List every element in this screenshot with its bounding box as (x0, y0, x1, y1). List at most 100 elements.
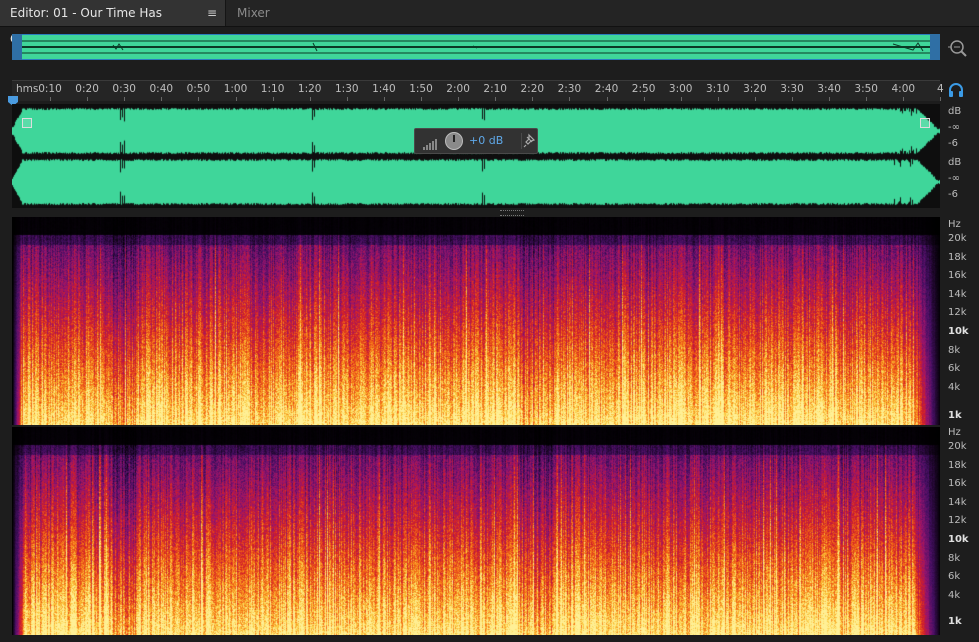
hz-scale-left: Hz 20k 18k 16k 14k 12k 10k 8k 6k 4k 1k (942, 219, 978, 427)
ruler-tick (866, 97, 868, 101)
ruler-tick (161, 97, 163, 101)
ruler-tick-label: 1:00 (223, 83, 248, 95)
ruler-tick (309, 97, 311, 101)
hz-tick: 20k (948, 441, 967, 452)
level-meter-icon (423, 135, 439, 150)
spectrogram-channel-left[interactable] (12, 217, 940, 425)
ruler-tick (346, 97, 348, 101)
db-tick: -∞ (948, 122, 960, 133)
hz-tick: 16k (948, 478, 967, 489)
ruler-tick (495, 97, 497, 101)
tab-bar: Editor: 01 - Our Time Has Come.mp3 ≡ Mix… (0, 0, 979, 46)
ruler-tick-label: 2:20 (520, 83, 545, 95)
hz-tick: 1k (948, 616, 962, 627)
hz-tick: 10k (948, 534, 969, 545)
ruler-tick-label: 0:10 (38, 83, 62, 95)
ruler-tick-label: 1:10 (260, 83, 285, 95)
view-split-handle[interactable] (500, 210, 524, 216)
ruler-tick-label: 4 (937, 83, 944, 95)
volume-knob[interactable] (445, 132, 463, 150)
ruler-tick-label: 1:50 (409, 83, 433, 95)
ruler-tick-label: 0:40 (149, 83, 174, 95)
hz-unit: Hz (948, 427, 961, 438)
hz-unit: Hz (948, 219, 961, 230)
ruler-tick-label: 3:40 (817, 83, 841, 95)
hz-tick: 14k (948, 497, 967, 508)
db-unit: dB (948, 106, 962, 117)
spectrogram-channel-right[interactable] (12, 427, 940, 635)
ruler-tick (792, 97, 793, 101)
ruler-tick (532, 97, 534, 101)
pin-icon[interactable] (521, 133, 536, 149)
overview-waveform-graphic (13, 40, 939, 54)
hz-tick: 12k (948, 515, 967, 526)
ruler-tick-label: 2:00 (446, 83, 470, 95)
ruler-tick (569, 97, 571, 101)
time-ruler[interactable]: hms 0:10 0:20 0:30 0:40 0:50 1:00 1:10 1:20 1:30… (12, 80, 944, 101)
db-tick: -6 (948, 138, 958, 149)
db-tick: -∞ (948, 173, 960, 184)
ruler-tick (235, 97, 237, 101)
db-tick: -6 (948, 189, 958, 200)
waveform-area[interactable] (12, 104, 940, 208)
hz-tick: 18k (948, 252, 967, 263)
ruler-tick (829, 97, 831, 101)
hz-tick: 20k (948, 233, 967, 244)
ruler-tick (383, 97, 385, 101)
volume-value[interactable]: +0 dB (469, 134, 503, 147)
db-unit: dB (948, 157, 962, 168)
overview-left-handle[interactable] (12, 34, 22, 60)
ruler-tick-label: 0:20 (75, 83, 99, 95)
ruler-tick-label: 0:30 (112, 83, 136, 95)
ruler-tick-label: 2:10 (483, 83, 507, 95)
ruler-tick-label: 3:00 (668, 83, 693, 95)
ruler-tick-label: 3:10 (706, 83, 730, 95)
hz-tick: 16k (948, 270, 967, 281)
hz-tick: 4k (948, 382, 961, 393)
playhead-marker[interactable] (7, 92, 19, 106)
ruler-tick-label: 2:30 (557, 83, 582, 95)
ruler-tick (124, 97, 126, 101)
ruler-tick (717, 97, 719, 101)
overview-waveform[interactable] (12, 34, 940, 60)
ruler-tick-label: 1:30 (335, 83, 359, 95)
hz-tick: 6k (948, 363, 961, 374)
ruler-tick-label: 2:40 (594, 83, 619, 95)
ruler-tick-label: 0:50 (186, 83, 211, 95)
ruler-tick (272, 97, 274, 101)
hz-tick: 8k (948, 345, 961, 356)
tab-mixer[interactable]: Mixer (227, 0, 297, 26)
ruler-tick (50, 97, 51, 101)
hz-tick: 6k (948, 571, 961, 582)
fade-out-handle[interactable] (920, 118, 930, 128)
ruler-unit: hms (16, 83, 39, 95)
waveform-channel-right[interactable] (12, 157, 940, 207)
tab-menu-icon[interactable]: ≡ (207, 0, 217, 26)
headphones-icon[interactable] (948, 82, 964, 98)
fade-in-handle[interactable] (22, 118, 32, 128)
tab-editor[interactable]: Editor: 01 - Our Time Has Come.mp3 ≡ (0, 0, 226, 46)
overview-right-handle[interactable] (930, 34, 940, 60)
hz-tick: 8k (948, 553, 961, 564)
volume-hud[interactable]: +0 dB (414, 128, 538, 154)
zoom-icon[interactable] (948, 38, 968, 58)
hz-tick: 14k (948, 289, 967, 300)
hz-tick: 10k (948, 326, 969, 337)
ruler-tick (903, 97, 905, 101)
hz-tick: 4k (948, 590, 961, 601)
ruler-tick-label: 1:20 (297, 83, 322, 95)
tab-mixer-label: Mixer (237, 6, 270, 20)
ruler-tick (87, 97, 89, 101)
hz-scale-right: Hz 20k 18k 16k 14k 12k 10k 8k 6k 4k 1k (942, 427, 978, 635)
ruler-tick (643, 97, 645, 101)
ruler-tick-label: 3:50 (854, 83, 878, 95)
ruler-tick-label: 3:30 (780, 83, 804, 95)
ruler-tick-label: 1:40 (372, 83, 396, 95)
ruler-tick (940, 97, 942, 101)
hz-tick: 12k (948, 307, 967, 318)
ruler-tick (680, 97, 682, 101)
hz-tick: 1k (948, 410, 962, 421)
ruler-tick (606, 97, 608, 101)
hz-tick: 18k (948, 460, 967, 471)
ruler-tick (198, 97, 200, 101)
